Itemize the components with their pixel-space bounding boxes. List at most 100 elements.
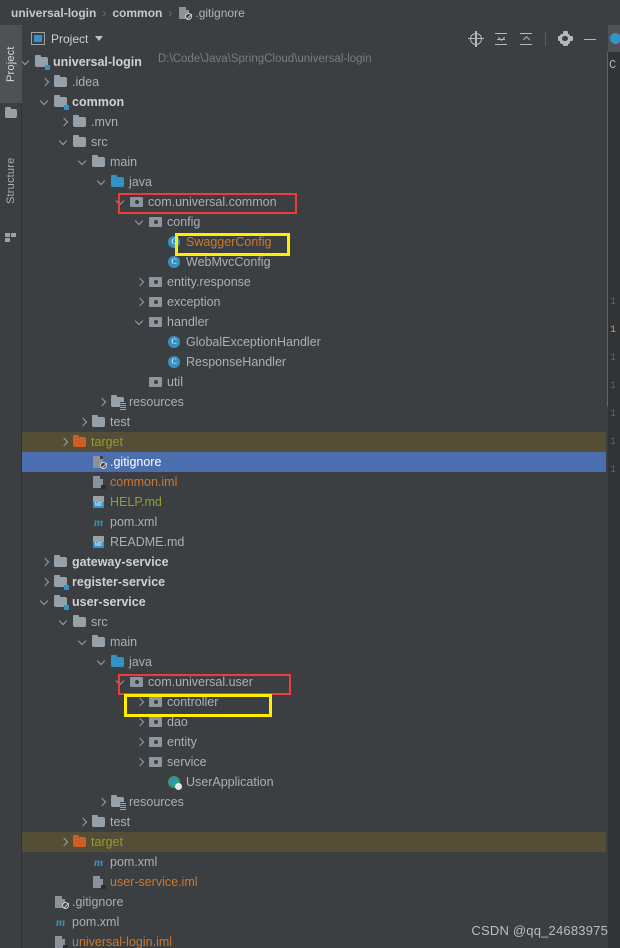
tree-row[interactable]: user-service.iml <box>22 872 606 892</box>
sidebar-item-structure[interactable]: Structure <box>0 135 22 227</box>
tree-row[interactable]: entity.response <box>22 272 606 292</box>
chevron-down-icon[interactable] <box>79 158 88 167</box>
tree-row[interactable]: MD README.md <box>22 532 606 552</box>
tree-row[interactable]: resources <box>22 792 606 812</box>
breadcrumb-item-project[interactable]: universal-login <box>11 6 96 20</box>
minimize-icon[interactable] <box>582 31 598 47</box>
chevron-right-icon[interactable] <box>79 418 88 427</box>
tree-row[interactable]: .mvn <box>22 112 606 132</box>
tree-row[interactable]: universal-login D:\Code\Java\SpringCloud\… <box>22 52 606 72</box>
tree-row[interactable]: GlobalExceptionHandler <box>22 332 606 352</box>
sidebar-item-project[interactable]: Project <box>0 25 22 103</box>
tree-row[interactable]: resources <box>22 392 606 412</box>
breadcrumb-item-file[interactable]: .gitignore <box>195 6 244 20</box>
tree-row[interactable]: .gitignore <box>22 892 606 912</box>
tree-row-label: resources <box>129 395 184 409</box>
left-tool-strip: Project Structure <box>0 25 22 948</box>
tree-row[interactable]: src <box>22 612 606 632</box>
tree-row[interactable]: m pom.xml <box>22 852 606 872</box>
project-panel-toolbar <box>468 30 606 47</box>
chevron-down-icon[interactable] <box>117 198 126 207</box>
chevron-right-icon[interactable] <box>98 798 107 807</box>
chevron-down-icon[interactable] <box>136 218 145 227</box>
chevron-right-icon[interactable] <box>60 118 69 127</box>
tree-row[interactable]: entity <box>22 732 606 752</box>
chevron-down-icon[interactable] <box>41 598 50 607</box>
tree-row[interactable]: com.universal.user <box>22 672 606 692</box>
tree-row[interactable]: java <box>22 172 606 192</box>
editor-tab-partial[interactable] <box>608 25 620 52</box>
chevron-down-icon[interactable] <box>60 138 69 147</box>
tree-row[interactable]: UserApplication <box>22 772 606 792</box>
chevron-down-icon[interactable] <box>95 36 104 41</box>
tree-row[interactable]: main <box>22 632 606 652</box>
chevron-right-icon[interactable] <box>41 578 50 587</box>
chevron-down-icon[interactable] <box>22 58 31 67</box>
expand-all-icon[interactable] <box>493 31 509 47</box>
locate-file-icon[interactable] <box>468 30 484 47</box>
tree-row[interactable]: gateway-service <box>22 552 606 572</box>
tree-row[interactable]: exception <box>22 292 606 312</box>
tree-row[interactable]: ResponseHandler <box>22 352 606 372</box>
tree-row[interactable]: MD HELP.md <box>22 492 606 512</box>
tree-row[interactable]: controller <box>22 692 606 712</box>
chevron-down-icon[interactable] <box>79 638 88 647</box>
breadcrumb-separator: › <box>168 5 173 20</box>
tree-row[interactable]: dao <box>22 712 606 732</box>
markdown-file-icon: MD <box>91 495 106 509</box>
project-view-selector[interactable]: Project <box>22 32 104 46</box>
tree-row[interactable]: config <box>22 212 606 232</box>
settings-gear-icon[interactable] <box>557 31 573 47</box>
chevron-right-icon[interactable] <box>136 278 145 287</box>
tree-row[interactable]: user-service <box>22 592 606 612</box>
tree-row[interactable]: java <box>22 652 606 672</box>
chevron-right-icon[interactable] <box>136 718 145 727</box>
chevron-right-icon[interactable] <box>136 298 145 307</box>
chevron-right-icon[interactable] <box>41 558 50 567</box>
chevron-right-icon[interactable] <box>41 78 50 87</box>
chevron-right-icon[interactable] <box>136 698 145 707</box>
chevron-down-icon[interactable] <box>117 678 126 687</box>
chevron-right-icon[interactable] <box>136 738 145 747</box>
tree-row[interactable]: .idea <box>22 72 606 92</box>
collapse-all-icon[interactable] <box>518 31 534 47</box>
tree-row[interactable]: target <box>22 832 606 852</box>
tree-row[interactable]: target <box>22 432 606 452</box>
tree-row[interactable]: common.iml <box>22 472 606 492</box>
tree-row[interactable]: .gitignore <box>22 452 606 472</box>
tree-row[interactable]: com.universal.common <box>22 192 606 212</box>
folder-icon <box>91 815 106 829</box>
maven-file-icon: m <box>93 855 104 869</box>
tree-row[interactable]: test <box>22 812 606 832</box>
chevron-right-icon[interactable] <box>60 838 69 847</box>
tree-row[interactable]: handler <box>22 312 606 332</box>
tree-row[interactable]: WebMvcConfig <box>22 252 606 272</box>
tree-row[interactable]: common <box>22 92 606 112</box>
tree-row-path: D:\Code\Java\SpringCloud\universal-login <box>158 53 372 65</box>
tree-row-label: java <box>129 655 152 669</box>
tree-row[interactable]: test <box>22 412 606 432</box>
chevron-down-icon[interactable] <box>60 618 69 627</box>
tree-row[interactable]: SwaggerConfig <box>22 232 606 252</box>
tree-row[interactable]: service <box>22 752 606 772</box>
chevron-right-icon[interactable] <box>98 398 107 407</box>
chevron-down-icon[interactable] <box>98 658 107 667</box>
chevron-down-icon[interactable] <box>41 98 50 107</box>
chevron-right-icon[interactable] <box>136 758 145 767</box>
tree-row[interactable]: m pom.xml <box>22 512 606 532</box>
tree-row[interactable]: util <box>22 372 606 392</box>
breadcrumb: universal-login › common › .gitignore <box>0 0 620 25</box>
tree-row-label: WebMvcConfig <box>186 255 271 269</box>
chevron-down-icon[interactable] <box>98 178 107 187</box>
breadcrumb-item-module[interactable]: common <box>112 6 162 20</box>
chevron-down-icon[interactable] <box>136 318 145 327</box>
chevron-right-icon[interactable] <box>60 438 69 447</box>
chevron-right-icon[interactable] <box>79 818 88 827</box>
tree-row[interactable]: register-service <box>22 572 606 592</box>
project-tree[interactable]: universal-login D:\Code\Java\SpringCloud\… <box>22 52 606 948</box>
tool-window-label-project: Project <box>5 46 17 82</box>
tree-row[interactable]: src <box>22 132 606 152</box>
java-class-icon <box>167 235 182 249</box>
tree-row-label: pom.xml <box>110 855 158 869</box>
tree-row[interactable]: main <box>22 152 606 172</box>
